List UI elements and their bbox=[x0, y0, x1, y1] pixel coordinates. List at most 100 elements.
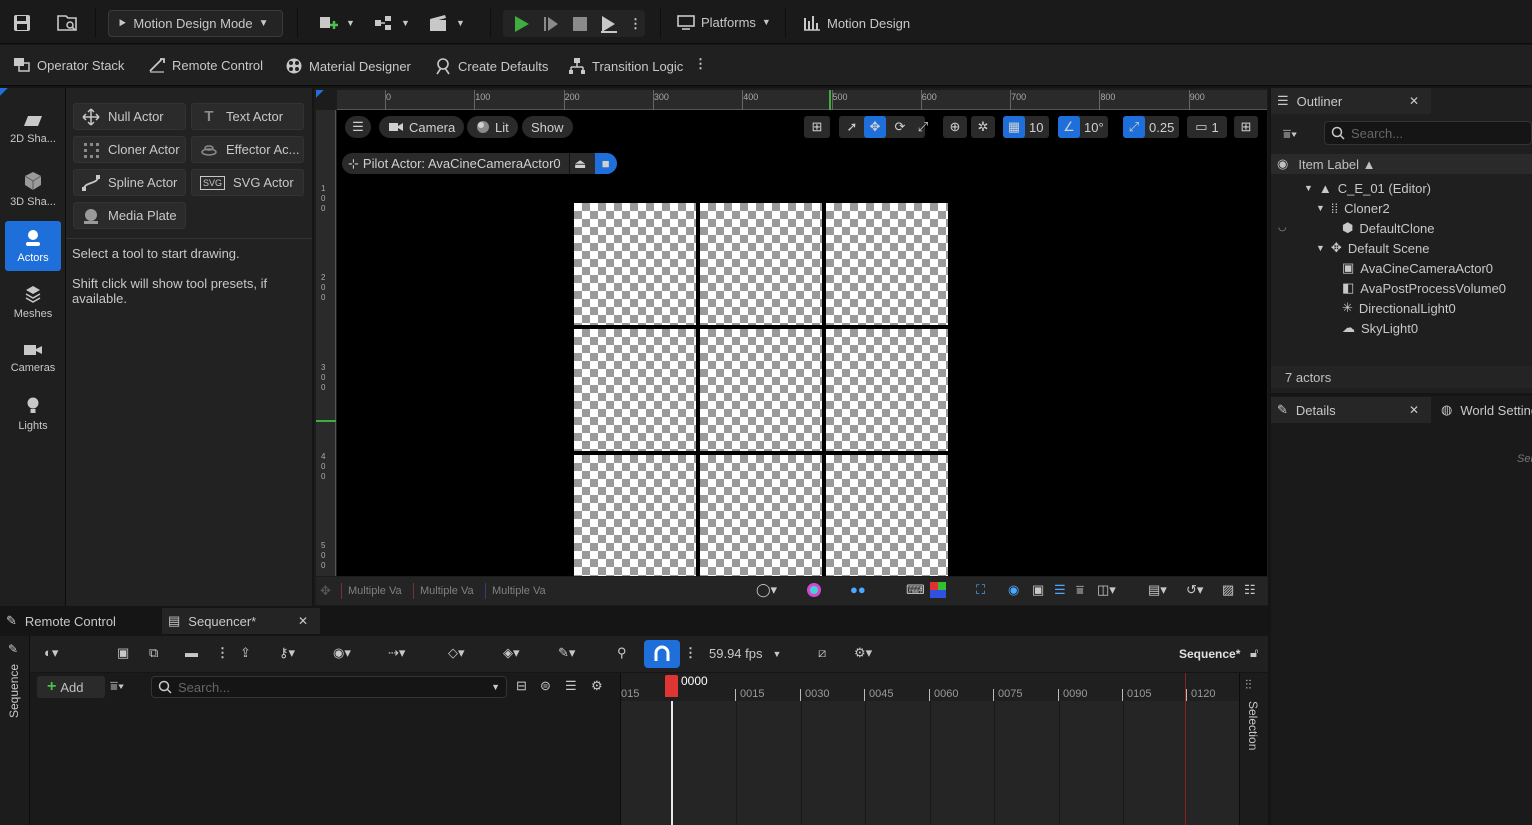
rgb-icon[interactable] bbox=[930, 582, 946, 598]
layout-icon[interactable]: ⊞ bbox=[1234, 116, 1258, 138]
tree-row[interactable]: ✳ DirectionalLight0 bbox=[1272, 298, 1532, 318]
translate-icon[interactable]: ✥ bbox=[864, 116, 886, 138]
hidden-eye-icon[interactable]: ◡ bbox=[1278, 222, 1287, 233]
tree-row[interactable]: ▣ AvaCineCameraActor0 bbox=[1272, 258, 1532, 278]
blueprint-button[interactable]: ▼ bbox=[373, 13, 410, 33]
outliner-tab[interactable]: ☰ Outliner ✕ bbox=[1271, 88, 1431, 114]
camera-button[interactable]: Camera bbox=[379, 116, 465, 138]
eject-icon[interactable] bbox=[599, 14, 619, 34]
select-icon[interactable]: ➚ bbox=[841, 116, 863, 138]
multi-value[interactable]: Multiple Va bbox=[485, 583, 552, 599]
scale-icon[interactable]: ⤢ bbox=[912, 116, 934, 138]
browse-icon[interactable] bbox=[56, 13, 78, 33]
grid-snap-button[interactable]: ▦ 10 bbox=[1003, 116, 1049, 138]
menu-icon[interactable]: ☰ bbox=[565, 678, 577, 694]
collapse-icon[interactable]: ⊟ bbox=[516, 678, 527, 694]
add-track-button[interactable]: + Add bbox=[37, 676, 105, 698]
close-icon[interactable]: ✕ bbox=[1409, 94, 1419, 108]
show-button[interactable]: Show bbox=[522, 116, 573, 138]
list-icon[interactable]: ☰ bbox=[1054, 582, 1066, 598]
create-defaults-button[interactable]: Create Defaults bbox=[434, 57, 548, 75]
fps-selector[interactable]: 59.94 fps ▼ bbox=[709, 646, 781, 661]
effector-actor-button[interactable]: Effector Ac... bbox=[191, 136, 304, 163]
eye-icon[interactable]: ◉ bbox=[1277, 156, 1288, 172]
playback-icon[interactable]: ⇢▾ bbox=[388, 645, 405, 661]
save-icon[interactable] bbox=[12, 13, 32, 33]
viewport[interactable]: ☰ Camera Lit Show ⊞ ➚ ✥ ⟳ ⤢ ⊕ ✲ ▦ 10 ∠ 1… bbox=[337, 110, 1267, 576]
export-icon[interactable]: ⇪ bbox=[240, 645, 251, 661]
mode-meshes[interactable]: Meshes bbox=[5, 277, 61, 327]
filter-icon[interactable]: ⩸ bbox=[1076, 582, 1084, 598]
eye-icon[interactable]: ◉▾ bbox=[333, 645, 351, 661]
multi-value[interactable]: Multiple Va bbox=[413, 583, 480, 599]
null-actor-button[interactable]: Null Actor bbox=[73, 103, 186, 130]
playhead[interactable] bbox=[665, 675, 678, 697]
operator-stack-button[interactable]: Operator Stack bbox=[13, 57, 124, 73]
remote-control-tab[interactable]: ✎ Remote Control bbox=[0, 608, 160, 634]
tree-row[interactable]: ▼ ▲ C_E_01 (Editor) bbox=[1272, 178, 1532, 198]
selection-side-label[interactable]: Selection bbox=[1246, 701, 1260, 750]
stop-icon[interactable] bbox=[571, 14, 589, 34]
filter-icon[interactable]: ⩸▾ bbox=[1283, 126, 1297, 142]
sliders-icon[interactable]: ⫶⫶ bbox=[1245, 677, 1252, 693]
transition-logic-button[interactable]: Transition Logic bbox=[568, 57, 683, 75]
camera-speed-button[interactable]: ▭ 1 bbox=[1187, 116, 1227, 138]
snap-icon[interactable]: ◫▾ bbox=[1097, 582, 1116, 598]
details-tab[interactable]: ✎ Details ✕ bbox=[1271, 397, 1431, 423]
gamepad-icon[interactable]: ⌨ bbox=[906, 582, 925, 598]
visibility-icon[interactable]: ●● bbox=[850, 582, 866, 597]
sequence-side-label[interactable]: Sequence bbox=[7, 664, 21, 724]
mode-3d-shapes[interactable]: 3D Sha... bbox=[5, 164, 61, 214]
svg-actor-button[interactable]: SVG SVG Actor bbox=[191, 169, 304, 196]
close-icon[interactable]: ✕ bbox=[298, 614, 308, 628]
expand-icon[interactable]: ⊜ bbox=[540, 678, 551, 694]
lock-icon[interactable]: 🔓︎ bbox=[1250, 645, 1258, 661]
close-icon[interactable]: ✕ bbox=[1409, 403, 1419, 417]
scale-snap-button[interactable]: ⤢ 0.25 bbox=[1123, 116, 1179, 138]
more-icon[interactable]: ⋮ bbox=[684, 645, 697, 661]
step-icon[interactable] bbox=[541, 14, 561, 34]
camera-lock-icon[interactable]: ■ bbox=[594, 153, 617, 174]
mode-selector[interactable]: ⯈ Motion Design Mode ▼ bbox=[108, 10, 283, 37]
surface-snap-icon[interactable]: ✲ bbox=[971, 116, 995, 138]
remote-control-button[interactable]: Remote Control bbox=[148, 57, 263, 73]
image-icon[interactable]: ▨ bbox=[1222, 582, 1234, 598]
gear-icon[interactable]: ⚙ bbox=[591, 678, 603, 694]
column-label[interactable]: Item Label ▲ bbox=[1298, 157, 1375, 172]
play-icon[interactable] bbox=[511, 14, 531, 34]
add-actor-button[interactable]: ▼ bbox=[318, 13, 355, 33]
sequencer-track-area[interactable] bbox=[621, 701, 1239, 825]
rotation-snap-button[interactable]: ∠ 10° bbox=[1058, 116, 1108, 138]
sequencer-tab[interactable]: ▤ Sequencer* ✕ bbox=[162, 608, 320, 634]
hamburger-icon[interactable]: ☰ bbox=[345, 116, 371, 138]
rotate-view-icon[interactable]: ↺▾ bbox=[1186, 582, 1203, 598]
rotate-icon[interactable]: ⟳ bbox=[889, 116, 911, 138]
curve-icon[interactable]: ⧄ bbox=[818, 645, 826, 661]
tree-row[interactable]: ◧ AvaPostProcessVolume0 bbox=[1272, 278, 1532, 298]
tree-row[interactable]: ▼ ✥ Default Scene bbox=[1272, 238, 1532, 258]
time-ruler[interactable]: 015 0015 0030 0045 0060 0075 0090 0105 0… bbox=[621, 673, 1239, 701]
save-icon[interactable]: ▣ bbox=[117, 645, 129, 661]
more-icon[interactable]: ⋮ bbox=[629, 16, 642, 32]
settings-icon[interactable]: ☷ bbox=[1244, 582, 1256, 598]
spline-actor-button[interactable]: Spline Actor bbox=[73, 169, 186, 196]
snap-icon[interactable] bbox=[644, 640, 680, 668]
motion-design-button[interactable]: Motion Design bbox=[803, 14, 910, 32]
key-icon[interactable]: ⚷▾ bbox=[279, 645, 295, 661]
transform-toggle-icon[interactable]: ⊞ bbox=[804, 116, 830, 138]
camera-view-icon[interactable]: ◯▾ bbox=[756, 582, 777, 598]
mode-2d-shapes[interactable]: 2D Sha... bbox=[5, 104, 61, 154]
world-space-icon[interactable]: ⊕ bbox=[943, 116, 967, 138]
guides-icon[interactable]: ▣ bbox=[1032, 582, 1044, 598]
media-plate-button[interactable]: Media Plate bbox=[73, 202, 186, 229]
eject-icon[interactable]: ⏏ bbox=[568, 153, 591, 174]
tree-row[interactable]: ⬢ DefaultClone bbox=[1272, 218, 1532, 238]
world-settings-tab[interactable]: ◍ World Settings bbox=[1435, 397, 1532, 423]
world-icon[interactable]: ◐▾ bbox=[44, 645, 58, 661]
mode-lights[interactable]: Lights bbox=[5, 389, 61, 439]
edit-icon[interactable]: ✎▾ bbox=[558, 645, 575, 661]
multi-value[interactable]: Multiple Va bbox=[341, 583, 408, 599]
eye-icon[interactable]: ◉ bbox=[1008, 582, 1019, 598]
find-icon[interactable]: ⧉ bbox=[149, 645, 158, 661]
outliner-search[interactable]: Search... bbox=[1324, 121, 1532, 145]
